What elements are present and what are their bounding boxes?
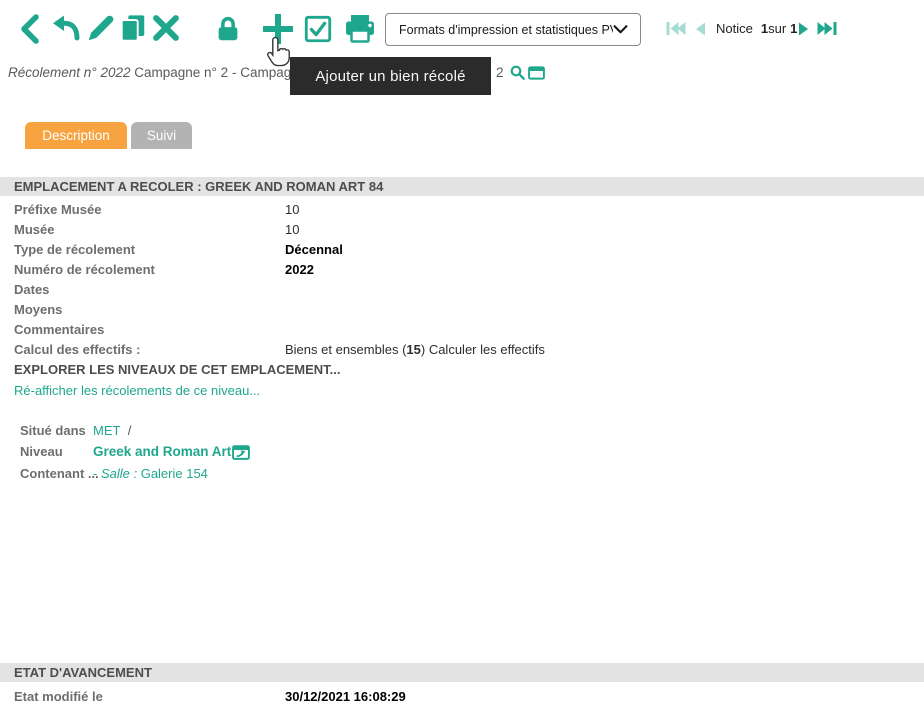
field-label: Calcul des effectifs :: [14, 340, 140, 360]
field-value: 2022: [285, 260, 314, 280]
breadcrumb-right: 2: [496, 65, 545, 80]
field-row-moyens: Moyens: [0, 300, 924, 320]
situe-dans-slash: /: [128, 423, 132, 438]
niveau-label: Niveau: [20, 441, 63, 462]
checkbox-check-icon: [303, 14, 333, 47]
field-row-musee: Musée 10: [0, 220, 924, 240]
record-current: 1: [761, 21, 768, 36]
reafficher-recolements-label: Ré-afficher les récolements de ce niveau…: [14, 383, 260, 398]
next-record-icon: [798, 22, 809, 39]
breadcrumb-tail-text: 2: [496, 65, 504, 80]
undo-button[interactable]: [50, 13, 82, 45]
explorer-niveaux-label: EXPLORER LES NIVEAUX DE CET EMPLACEMENT.…: [14, 362, 341, 377]
field-label: Type de récolement: [14, 240, 135, 260]
reafficher-recolements-link[interactable]: Ré-afficher les récolements de ce niveau…: [14, 381, 260, 401]
field-value: 10: [285, 200, 299, 220]
print-button[interactable]: [343, 14, 377, 46]
situe-dans-met-link[interactable]: MET: [93, 423, 120, 438]
field-row-prefixe-musee: Préfixe Musée 10: [0, 200, 924, 220]
niveau-greek-roman-link[interactable]: Greek and Roman Art: [93, 441, 231, 462]
show-window-icon[interactable]: [528, 66, 545, 80]
field-label: Dates: [14, 280, 49, 300]
lock-button[interactable]: [213, 15, 243, 45]
delete-button[interactable]: [151, 14, 181, 44]
x-icon: [151, 13, 181, 46]
copy-icon: [118, 13, 148, 46]
plus-icon: [261, 12, 295, 49]
first-record-icon: [666, 21, 686, 39]
tooltip-ajouter-bien: Ajouter un bien récolé: [290, 57, 491, 95]
validate-button[interactable]: [303, 15, 333, 45]
add-record-button[interactable]: [261, 13, 295, 47]
lock-icon: [213, 14, 243, 47]
last-record-button[interactable]: [817, 22, 837, 37]
row-situe-dans: Situé dans MET /: [0, 420, 924, 441]
etat-modifie-value: 30/12/2021 16:08:29: [285, 687, 406, 707]
effectifs-link-post: ) Calculer les effectifs: [421, 342, 545, 357]
tab-description[interactable]: Description: [25, 122, 127, 149]
tab-description-label: Description: [42, 128, 110, 143]
field-row-numero-recolement: Numéro de récolement 2022: [0, 260, 924, 280]
section-header-emplacement: EMPLACEMENT A RECOLER : GREEK AND ROMAN …: [0, 177, 924, 196]
section-header-emplacement-text: EMPLACEMENT A RECOLER : GREEK AND ROMAN …: [14, 179, 383, 194]
record-sur-label: sur: [768, 21, 786, 36]
record-total: 1: [790, 21, 797, 36]
previous-record-button[interactable]: [695, 23, 706, 37]
chevron-down-icon: [613, 25, 628, 34]
effectifs-link-pre: Biens et ensembles (: [285, 342, 406, 357]
situe-dans-separator: [120, 423, 127, 438]
field-label: Commentaires: [14, 320, 104, 340]
field-row-etat-modifie: Etat modifié le 30/12/2021 16:08:29: [0, 687, 924, 707]
contenant-type-salle: Salle :: [101, 466, 141, 481]
next-record-button[interactable]: [798, 23, 809, 37]
notice-label: Notice: [716, 21, 753, 36]
recolement-notice-window: Formats d'impression et statistiques PV.…: [0, 0, 924, 716]
edit-button[interactable]: [86, 14, 116, 44]
printer-icon: [343, 13, 377, 48]
field-label: Numéro de récolement: [14, 260, 155, 280]
copy-button[interactable]: [118, 14, 148, 44]
breadcrumb: Récolement n° 2022 Campagne n° 2 - Campa…: [8, 65, 306, 80]
field-label: Musée: [14, 220, 54, 240]
explorer-niveaux-link[interactable]: EXPLORER LES NIVEAUX DE CET EMPLACEMENT.…: [14, 360, 341, 380]
field-value: Décennal: [285, 240, 343, 260]
chevron-left-icon: [17, 14, 41, 47]
etat-modifie-label: Etat modifié le: [14, 687, 103, 707]
undo-arrow-icon: [50, 12, 82, 47]
field-row-dates: Dates: [0, 280, 924, 300]
previous-record-icon: [695, 22, 706, 39]
field-label: Moyens: [14, 300, 62, 320]
tab-suivi-label: Suivi: [147, 128, 176, 143]
effectifs-link[interactable]: Biens et ensembles (15) Calculer les eff…: [285, 340, 545, 360]
breadcrumb-record-title: Récolement n° 2022: [8, 65, 130, 80]
tooltip-text: Ajouter un bien récolé: [315, 68, 465, 85]
field-row-commentaires: Commentaires: [0, 320, 924, 340]
last-record-icon: [817, 21, 837, 39]
tab-suivi[interactable]: Suivi: [131, 122, 192, 149]
field-row-type-recolement: Type de récolement Décennal: [0, 240, 924, 260]
contenant-dash: -: [93, 466, 101, 481]
section-header-etat-text: ETAT D'AVANCEMENT: [14, 665, 152, 680]
row-niveau: Niveau Greek and Roman Art: [0, 441, 924, 462]
print-formats-selected-value: Formats d'impression et statistiques PV.…: [399, 23, 613, 37]
field-row-calcul-effectifs: Calcul des effectifs : Biens et ensemble…: [0, 340, 924, 360]
section-header-etat-avancement: ETAT D'AVANCEMENT: [0, 663, 924, 682]
field-value: 10: [285, 220, 299, 240]
contenant-label: Contenant ...: [20, 463, 99, 484]
record-counter: Notice 1 sur 1: [716, 21, 797, 36]
pencil-icon: [86, 13, 116, 46]
contenant-galerie-link[interactable]: Galerie 154: [141, 466, 208, 481]
situe-dans-label: Situé dans: [20, 420, 86, 441]
print-formats-dropdown[interactable]: Formats d'impression et statistiques PV.…: [385, 13, 641, 46]
first-record-button[interactable]: [666, 22, 686, 37]
breadcrumb-campagne: Campagne n° 2 - Campagne: [130, 65, 306, 80]
open-in-window-icon[interactable]: [232, 444, 250, 460]
search-icon[interactable]: [510, 65, 525, 80]
row-contenant: Contenant ... - Salle : Galerie 154: [0, 463, 924, 484]
back-button[interactable]: [17, 15, 41, 45]
field-label: Préfixe Musée: [14, 200, 101, 220]
effectifs-count: 15: [406, 342, 420, 357]
